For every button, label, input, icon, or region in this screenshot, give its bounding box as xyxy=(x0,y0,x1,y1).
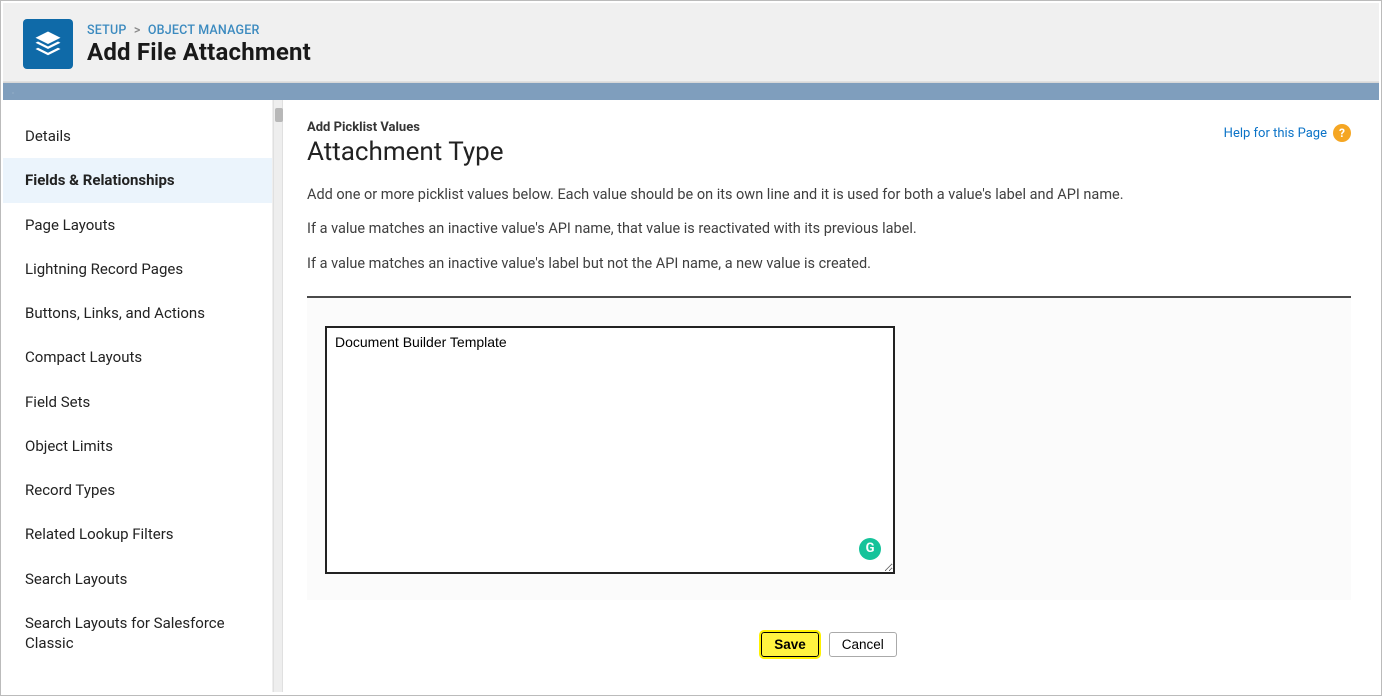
help-icon: ? xyxy=(1333,124,1351,142)
sidebar-item-page-layouts[interactable]: Page Layouts xyxy=(3,203,272,247)
breadcrumb-separator: > xyxy=(134,23,141,38)
section-title: Attachment Type xyxy=(307,137,504,167)
help-link-label: Help for this Page xyxy=(1224,126,1327,141)
content-header-row: Add Picklist Values Attachment Type Help… xyxy=(307,120,1351,185)
resize-handle[interactable] xyxy=(275,108,283,122)
decorative-pattern-bar xyxy=(3,82,1379,100)
layers-icon xyxy=(33,29,63,59)
save-button[interactable]: Save xyxy=(761,632,819,657)
page-title: Add File Attachment xyxy=(87,38,311,66)
header-text: SETUP > OBJECT MANAGER Add File Attachme… xyxy=(87,23,311,66)
sidebar-item-details[interactable]: Details xyxy=(3,114,272,158)
section-pretitle: Add Picklist Values xyxy=(307,120,504,135)
description-line-3: If a value matches an inactive value's l… xyxy=(307,254,1351,274)
picklist-form: G xyxy=(307,296,1351,600)
sidebar-item-buttons-links-actions[interactable]: Buttons, Links, and Actions xyxy=(3,291,272,335)
main-region: Details Fields & Relationships Page Layo… xyxy=(3,100,1379,692)
resize-divider[interactable] xyxy=(273,100,283,692)
breadcrumb-object-manager[interactable]: OBJECT MANAGER xyxy=(148,23,260,38)
breadcrumb-setup[interactable]: SETUP xyxy=(87,23,127,38)
sidebar-item-record-types[interactable]: Record Types xyxy=(3,468,272,512)
object-icon xyxy=(23,19,73,69)
breadcrumb: SETUP > OBJECT MANAGER xyxy=(87,23,311,38)
sidebar-item-search-layouts-classic[interactable]: Search Layouts for Salesforce Classic xyxy=(3,601,272,666)
title-block: Add Picklist Values Attachment Type xyxy=(307,120,504,185)
app-frame: SETUP > OBJECT MANAGER Add File Attachme… xyxy=(1,1,1381,695)
sidebar-item-fields-relationships[interactable]: Fields & Relationships xyxy=(3,158,272,202)
description-block: Add one or more picklist values below. E… xyxy=(307,185,1351,274)
textarea-wrap: G xyxy=(325,326,895,578)
cancel-button[interactable]: Cancel xyxy=(829,632,897,657)
page-header: SETUP > OBJECT MANAGER Add File Attachme… xyxy=(3,3,1379,82)
sidebar-item-search-layouts[interactable]: Search Layouts xyxy=(3,557,272,601)
content-pane: Add Picklist Values Attachment Type Help… xyxy=(283,100,1379,692)
sidebar-item-related-lookup-filters[interactable]: Related Lookup Filters xyxy=(3,512,272,556)
sidebar-item-field-sets[interactable]: Field Sets xyxy=(3,380,272,424)
help-link[interactable]: Help for this Page ? xyxy=(1224,124,1351,142)
button-row: Save Cancel xyxy=(307,622,1351,657)
picklist-values-textarea[interactable] xyxy=(325,326,895,574)
grammarly-icon[interactable]: G xyxy=(859,538,881,560)
sidebar-item-object-limits[interactable]: Object Limits xyxy=(3,424,272,468)
description-line-1: Add one or more picklist values below. E… xyxy=(307,185,1351,205)
description-line-2: If a value matches an inactive value's A… xyxy=(307,219,1351,239)
sidebar-item-lightning-record-pages[interactable]: Lightning Record Pages xyxy=(3,247,272,291)
sidebar-item-compact-layouts[interactable]: Compact Layouts xyxy=(3,335,272,379)
sidebar: Details Fields & Relationships Page Layo… xyxy=(3,100,273,692)
